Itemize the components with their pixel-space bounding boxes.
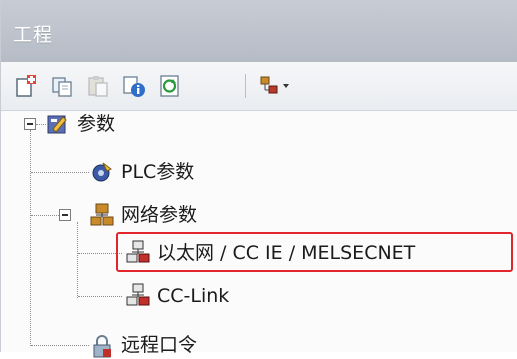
collapse-toggle[interactable]	[24, 118, 36, 130]
tree-item-cc-link[interactable]: CC-Link	[157, 284, 229, 308]
panel-titlebar: 工程	[1, 0, 517, 63]
panel-title: 工程	[13, 24, 54, 46]
tree-item-network-parameters[interactable]: 网络参数	[121, 203, 197, 227]
tree-item-plc-parameters[interactable]: PLC参数	[121, 160, 194, 184]
tree-item-parameters[interactable]: 参数	[77, 112, 115, 136]
copy-icon[interactable]	[49, 73, 75, 99]
network-dropdown-icon[interactable]	[259, 73, 293, 99]
plc-parameter-icon	[89, 159, 115, 185]
refresh-icon[interactable]	[157, 73, 183, 99]
highlight-box	[116, 232, 513, 272]
tree-line	[77, 222, 78, 298]
tree-line	[30, 130, 31, 346]
project-tree: 参数 PLC参数 网络参数 以太网 / CC IE / MELSECNET CC…	[1, 110, 517, 358]
tree-line	[78, 296, 122, 297]
parameter-icon	[45, 111, 71, 137]
tree-line	[31, 172, 89, 173]
toolbar	[1, 62, 517, 111]
tree-line	[31, 215, 59, 216]
toolbar-separator	[245, 74, 246, 98]
lock-icon	[89, 333, 115, 359]
tree-line	[31, 345, 89, 346]
network-parameter-icon	[89, 202, 115, 228]
properties-icon[interactable]	[121, 73, 147, 99]
new-icon[interactable]	[13, 73, 39, 99]
network-node-icon	[125, 282, 151, 308]
project-panel: 工程 参数 PLC参数 网络参数 以太网 / CC IE / MELSECNET…	[0, 0, 517, 358]
tree-item-remote-password[interactable]: 远程口令	[121, 333, 197, 357]
paste-icon[interactable]	[85, 73, 111, 99]
collapse-toggle[interactable]	[59, 209, 71, 221]
